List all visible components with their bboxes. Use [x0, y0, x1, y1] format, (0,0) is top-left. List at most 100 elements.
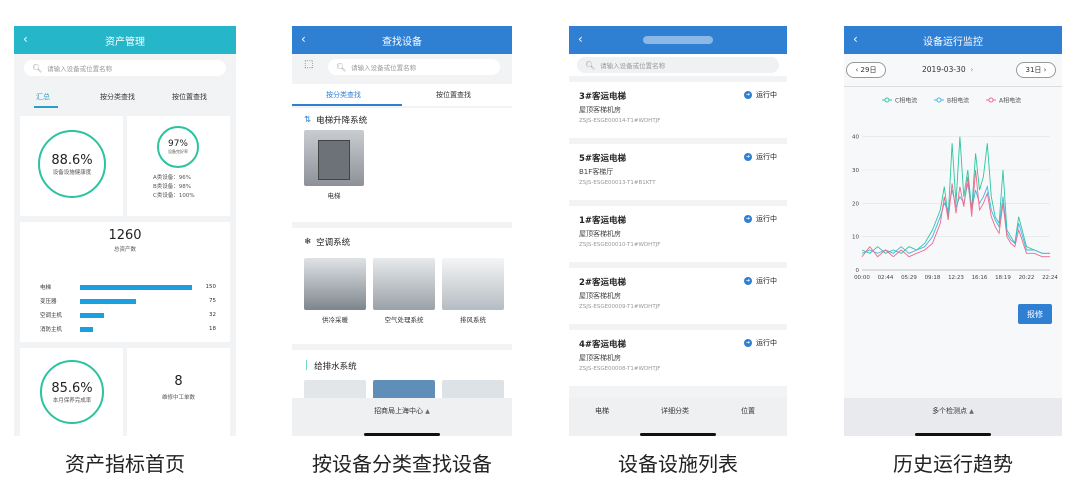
- device-list-item[interactable]: 2#客运电梯 屋顶客梯机房 ZSJS-ESGE00009-T1#WDHTJF ➜ 运行中: [569, 268, 787, 324]
- y-tick-label: 20: [852, 201, 859, 207]
- next-day-button[interactable]: 31日 ›: [1016, 62, 1056, 78]
- device-name: 5#客运电梯: [579, 154, 627, 164]
- tab-by-location[interactable]: 按位置查找: [436, 90, 471, 100]
- running-arrow-icon: ➜: [744, 277, 752, 285]
- search-input[interactable]: 🔍︎ 请输入设备或位置名称: [577, 57, 779, 73]
- device-list-item[interactable]: 3#客运电梯 屋顶客梯机房 ZSJS-ESGE00014-T1#WDHTJF ➜ 运行中: [569, 82, 787, 138]
- tab-strip: 按分类查找 按位置查找: [292, 84, 512, 106]
- tab-by-category[interactable]: 按分类查找: [326, 90, 361, 100]
- prev-day-button[interactable]: ‹ 29日: [846, 62, 886, 78]
- health-card: 88.6% 设备设施健康度: [20, 116, 123, 216]
- asset-bar-row: 空调主机 32: [40, 310, 216, 320]
- legend-label: B相电流: [947, 97, 969, 105]
- filter-location[interactable]: 位置: [741, 406, 755, 416]
- elevator-thumbnail[interactable]: [304, 130, 364, 186]
- running-arrow-icon: ➜: [744, 153, 752, 161]
- location-label: 招商局上海中心 ▲: [374, 407, 430, 415]
- category-label[interactable]: 排风系统: [442, 314, 504, 324]
- header-bar: ‹: [569, 26, 787, 54]
- tab-summary[interactable]: 汇总: [36, 92, 50, 102]
- section-hvac: ❄ 空调系统 供冷采暖 空气处理系统 排风系统: [292, 228, 512, 344]
- air-handler-thumbnail[interactable]: [373, 258, 435, 310]
- x-tick-label: 16:16: [972, 275, 988, 281]
- status-badge: ➜ 运行中: [744, 153, 777, 161]
- report-repair-button[interactable]: 报修: [1018, 304, 1052, 324]
- device-name: 2#客运电梯: [579, 278, 627, 288]
- search-strip: 🔍︎ 请输入设备或位置名称: [569, 54, 787, 76]
- search-input[interactable]: 🔍︎ 请输入设备或位置名称: [328, 59, 500, 75]
- device-list-item[interactable]: 1#客运电梯 屋顶客梯机房 ZSJS-ESGE00010-T1#WDHTJF ➜ 运行中: [569, 206, 787, 262]
- section-title: │ 给排水系统: [304, 361, 357, 372]
- monitor-point-selector[interactable]: 多个检测点 ▲: [844, 398, 1062, 436]
- filter-detail-category[interactable]: 详细分类: [661, 406, 689, 416]
- device-code: ZSJS-ESGE00008-T1#WDHTJF: [579, 366, 661, 372]
- device-location: 屋顶客梯机房: [579, 230, 621, 238]
- device-list-screen: ‹ 🔍︎ 请输入设备或位置名称 3#客运电梯 屋顶客梯机房 ZSJS-ESGE000…: [569, 26, 787, 436]
- date-display: 2019-03-30 ›: [922, 65, 974, 74]
- status-badge: ➜ 运行中: [744, 339, 777, 347]
- total-assets-value: 1260: [108, 228, 142, 243]
- device-code: ZSJS-ESGE00013-T1#B1KTT: [579, 180, 656, 186]
- x-tick-label: 05:29: [901, 275, 917, 281]
- page-title: 设备运行监控: [923, 36, 983, 48]
- device-list-item[interactable]: 5#客运电梯 B1F客梯厅 ZSJS-ESGE00013-T1#B1KTT ➜ 运行中: [569, 144, 787, 200]
- back-arrow-icon[interactable]: ‹: [301, 32, 306, 46]
- asset-bar-track: [80, 298, 200, 304]
- tab-by-category[interactable]: 按分类查找: [100, 92, 135, 102]
- tab-by-location[interactable]: 按位置查找: [172, 92, 207, 102]
- asset-bar: [80, 298, 136, 304]
- asset-bar-value: 18: [209, 326, 216, 332]
- device-list-item[interactable]: 4#客运电梯 屋顶客梯机房 ZSJS-ESGE00008-T1#WDHTJF ➜ 运行中: [569, 330, 787, 386]
- header-bar: ‹ 设备运行监控: [844, 26, 1062, 54]
- category-label[interactable]: 供冷采暖: [304, 314, 366, 324]
- filter-elevator[interactable]: 电梯: [595, 406, 609, 416]
- device-code: ZSJS-ESGE00010-T1#WDHTJF: [579, 242, 661, 248]
- hvac-system-icon: ❄: [304, 237, 312, 247]
- orders-value: 8: [174, 374, 183, 389]
- x-tick-label: 18:19: [995, 275, 1011, 281]
- back-arrow-icon[interactable]: ‹: [578, 32, 583, 46]
- blurred-title: [643, 36, 713, 44]
- running-arrow-icon: ➜: [744, 339, 752, 347]
- water-thumbnail[interactable]: [373, 380, 435, 400]
- legend-marker: [884, 97, 890, 103]
- intact-card: 97% 设备完好率 A类设备：96% B类设备：98% C类设备：100%: [127, 116, 230, 216]
- back-arrow-icon[interactable]: ‹: [853, 32, 858, 46]
- filter-bar: 电梯 详细分类 位置: [569, 398, 787, 436]
- exhaust-thumbnail[interactable]: [442, 258, 504, 310]
- category-label[interactable]: 电梯: [304, 190, 364, 200]
- current-trend-chart: C相电流 B相电流 A相电流 0 10 20 30 40 00:00 02:44 05:29 09:1…: [852, 97, 1058, 282]
- caption-history-trend: 历史运行趋势: [893, 452, 1013, 476]
- orders-card[interactable]: 8 维修中工单数: [127, 348, 230, 436]
- y-tick-label: 10: [852, 235, 859, 241]
- device-code: ZSJS-ESGE00009-T1#WDHTJF: [579, 304, 661, 310]
- asset-bar-value: 75: [209, 298, 216, 304]
- find-device-screen: ‹ 查找设备 ⬚ 🔍︎ 请输入设备或位置名称 按分类查找 按位置查找 ⇅ 电梯升…: [292, 26, 512, 436]
- device-name: 3#客运电梯: [579, 92, 627, 102]
- device-location: B1F客梯厅: [579, 168, 614, 176]
- elevator-system-icon: ⇅: [304, 115, 312, 125]
- location-selector[interactable]: 招商局上海中心 ▲: [292, 398, 512, 436]
- intact-breakdown: A类设备：96% B类设备：98% C类设备：100%: [153, 175, 195, 199]
- asset-bar-label: 空调主机: [40, 313, 63, 319]
- caret-up-icon: ▲: [969, 408, 974, 415]
- x-tick-label: 12:23: [948, 275, 964, 281]
- search-icon: 🔍︎: [585, 60, 596, 70]
- header-bar: ‹ 查找设备: [292, 26, 512, 54]
- back-arrow-icon[interactable]: ‹: [23, 32, 28, 46]
- status-badge: ➜ 运行中: [744, 215, 777, 223]
- running-arrow-icon: ➜: [744, 215, 752, 223]
- legend-label: C相电流: [895, 97, 917, 105]
- series-line: [861, 136, 1050, 254]
- home-indicator: [364, 433, 440, 436]
- water-thumbnail[interactable]: [442, 380, 504, 400]
- device-code: ZSJS-ESGE00014-T1#WDHTJF: [579, 118, 661, 124]
- search-input[interactable]: 🔍︎ 请输入设备或位置名称: [24, 60, 226, 76]
- chiller-thumbnail[interactable]: [304, 258, 366, 310]
- water-thumbnail[interactable]: [304, 380, 366, 400]
- scan-icon[interactable]: ⬚: [304, 59, 313, 70]
- y-tick-label: 30: [852, 168, 859, 174]
- intact-ring: 97% 设备完好率: [157, 126, 199, 168]
- category-label[interactable]: 空气处理系统: [373, 314, 435, 324]
- asset-dashboard-screen: ‹ 资产管理 🔍︎ 请输入设备或位置名称 汇总 按分类查找 按位置查找 88.6…: [14, 26, 236, 436]
